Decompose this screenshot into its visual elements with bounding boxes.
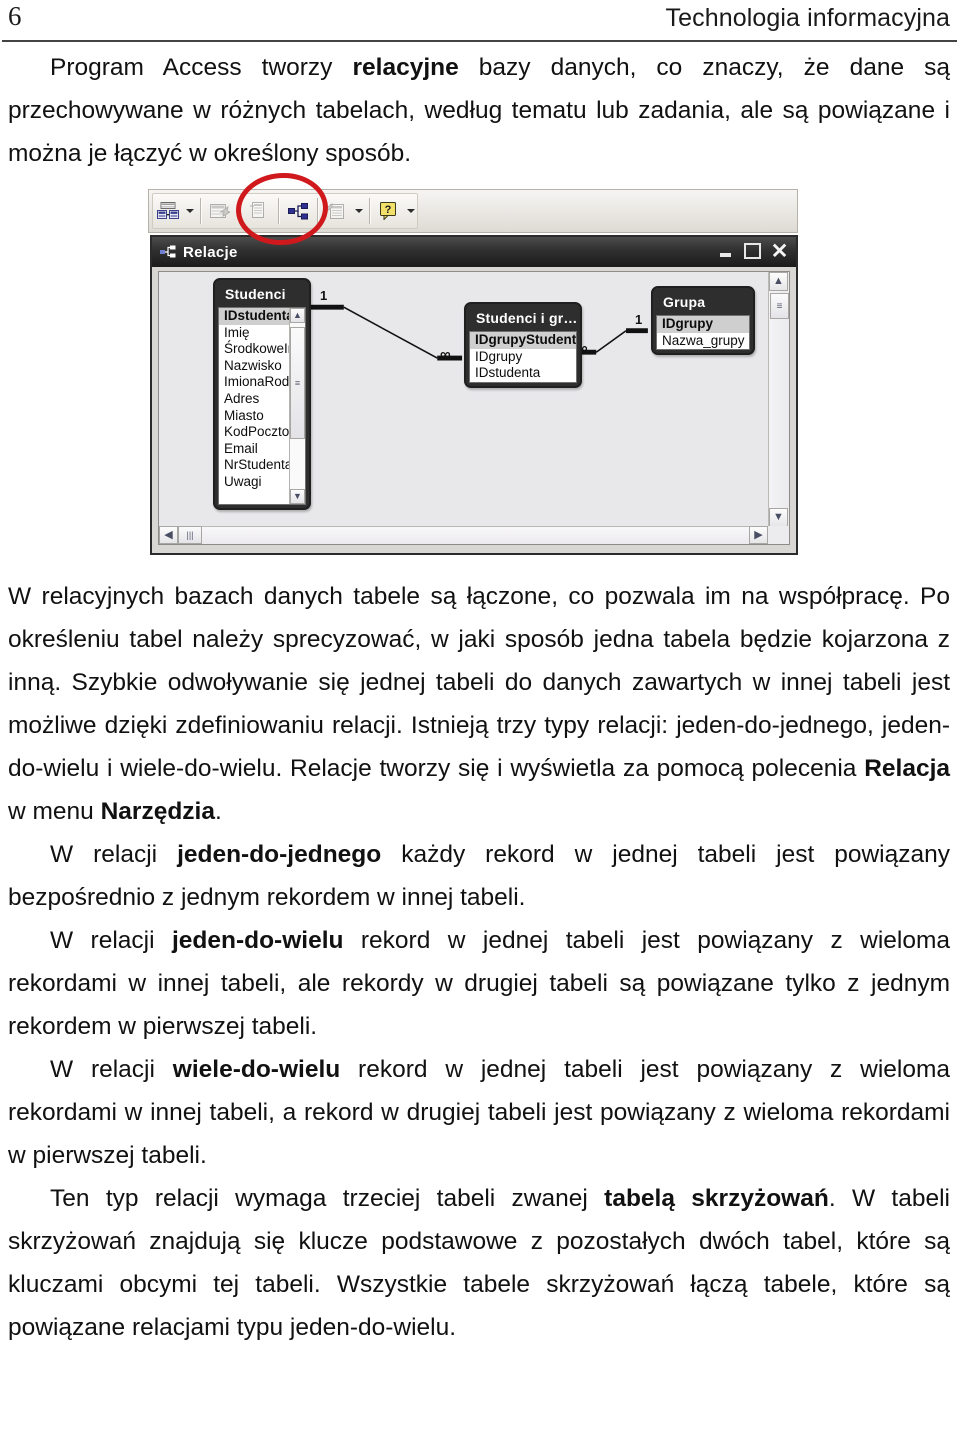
field-list-studenci-i-grupy[interactable]: IDgrupyStudenta IDgrupy IDstudenta [469,331,577,383]
canvas-scroll-left-icon[interactable]: ◀ [159,526,178,544]
canvas-scroll-up-icon[interactable]: ▲ [769,272,788,291]
field-list-scrollbar[interactable]: ▲ ≡ ▼ [289,308,305,504]
scrollbar-corner [768,526,789,544]
close-button[interactable]: ✕ [768,240,791,262]
canvas-horizontal-scrollbar[interactable]: ◀ ||| ▶ [159,526,768,544]
help-icon[interactable]: ? [374,195,404,227]
p2-part-e: . [214,798,222,825]
relationships-view-dropdown-icon[interactable] [183,195,196,227]
window-controls: ✕ [714,240,791,262]
relacje-window: Relacje ✕ 1 ∞ 1 Studenci IDstudenta Imię… [150,235,798,555]
field-list-studenci[interactable]: IDstudenta Imię ŚrodkoweImię Nazwisko Im… [218,307,306,505]
paragraph-5: W relacji wiele-do-wielu rekord w jednej… [0,1048,960,1177]
help-dropdown-icon[interactable] [404,195,417,227]
scroll-up-icon[interactable]: ▲ [290,308,305,323]
paragraph-4: W relacji jeden-do-wielu rekord w jednej… [0,919,960,1048]
table-title-grupa: Grupa [663,294,706,310]
p2-part-a: W relacyjnych bazach danych tabele są łą… [8,583,950,782]
document-body: Program Access tworzy relacyjne bazy dan… [0,46,960,1349]
p3-bold-jeden-do-jednego: jeden-do-jednego [177,841,382,868]
p4-bold-jeden-do-wielu: jeden-do-wielu [171,927,344,954]
toolbar-separator [200,198,201,224]
cardinality-many-studenci-grupy-left: ∞ [440,346,451,363]
table-box-studenci[interactable]: Studenci IDstudenta Imię ŚrodkoweImię Na… [213,278,311,510]
minimize-button[interactable] [714,240,737,262]
canvas-hscroll-thumb[interactable]: ||| [178,526,202,544]
scrollbar-thumb[interactable]: ≡ [290,327,305,439]
table-title-studenci-i-grupy: Studenci i gr… [476,310,578,326]
access-relationships-screenshot: ? Relacje ✕ 1 ∞ 1 Studenci IDstudenta Im… [148,169,800,557]
page-header: 6 Technologia informacyjna [0,0,960,46]
p2-bold-narzedzia: Narzędzia [100,798,215,825]
p4-part-a: W relacji [50,927,172,954]
table-box-grupa[interactable]: Grupa IDgrupy Nazwa_grupy [651,286,755,356]
field-list-grupa[interactable]: IDgrupy Nazwa_grupy [656,315,750,351]
canvas-vertical-scrollbar[interactable]: ▲ ≡ ▼ [768,272,789,527]
table-box-studenci-i-grupy[interactable]: Studenci i gr… IDgrupyStudenta IDgrupy I… [464,302,582,388]
canvas-scroll-right-icon[interactable]: ▶ [749,526,768,544]
maximize-button[interactable] [741,240,764,262]
field-row: IDgrupyStudenta [470,332,576,349]
p1-bold-relacyjne: relacyjne [352,54,459,81]
p2-part-c: w menu [8,798,101,825]
toolbar-separator [369,198,370,224]
relationships-window-icon [160,245,176,259]
cardinality-one-grupa: 1 [635,312,643,327]
field-row: IDstudenta [475,365,541,381]
p5-part-a: W relacji [50,1056,173,1083]
new-object-dropdown-icon[interactable] [352,195,365,227]
page-number: 6 [8,1,22,31]
running-title: Technologia informacyjna [665,4,950,32]
scrollbar-track[interactable]: ≡ [290,323,305,489]
show-table-icon[interactable] [205,195,235,227]
relationships-canvas[interactable]: 1 ∞ ∞ 1 Studenci IDstudenta Imię Środkow… [158,271,790,545]
p5-bold-wiele-do-wielu: wiele-do-wielu [172,1056,341,1083]
canvas-scroll-down-icon[interactable]: ▼ [769,508,788,527]
table-title-studenci: Studenci [225,286,286,302]
paragraph-2: W relacyjnych bazach danych tabele są łą… [0,575,960,833]
scroll-down-icon[interactable]: ▼ [290,489,305,504]
header-rule [2,40,957,42]
paragraph-3: W relacji jeden-do-jednego każdy rekord … [0,833,960,919]
field-row: IDgrupy [657,316,749,333]
relacje-window-title: Relacje [183,243,238,261]
p3-part-a: W relacji [50,841,178,868]
p6-part-a: Ten typ relacji wymaga trzeciej tabeli z… [50,1185,605,1212]
canvas-vscroll-thumb[interactable]: ≡ [770,293,789,319]
cardinality-one-studenci: 1 [320,288,328,303]
field-row: Nazwa_grupy [662,332,745,348]
relationships-view-icon[interactable] [153,195,183,227]
relacje-titlebar[interactable]: Relacje ✕ [152,237,796,267]
paragraph-6: Ten typ relacji wymaga trzeciej tabeli z… [0,1177,960,1349]
p6-bold-tabela-skrzyzowan: tabelą skrzyżowań [604,1185,829,1212]
paragraph-1: Program Access tworzy relacyjne bazy dan… [0,46,960,175]
field-row: IDgrupy [475,348,523,364]
p2-bold-relacja: Relacja [864,755,950,782]
svg-text:?: ? [384,204,391,216]
p1-part-a: Program Access tworzy [50,54,353,81]
